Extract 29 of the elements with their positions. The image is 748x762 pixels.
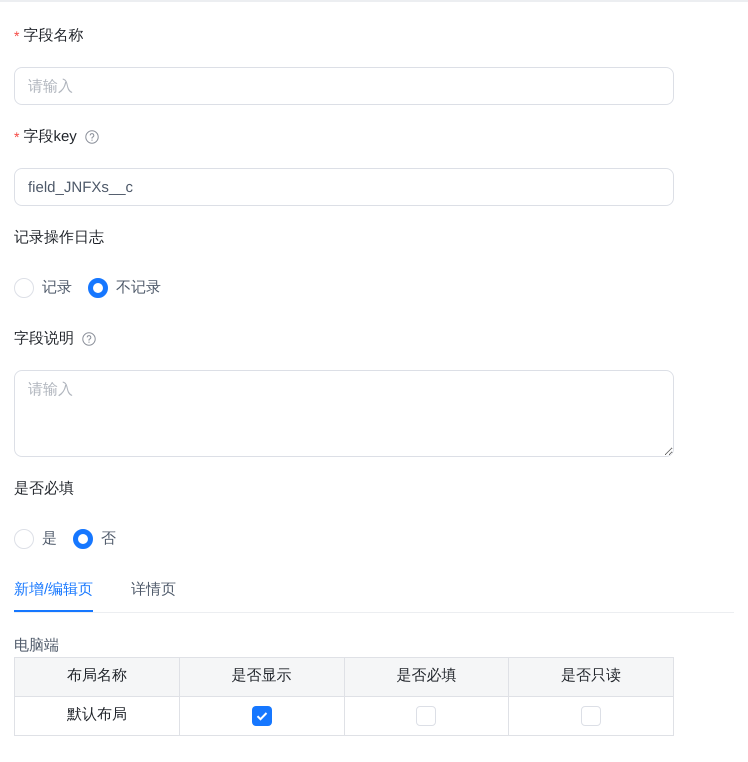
field-label: 记录操作日志 — [14, 228, 104, 248]
radio-button[interactable] — [88, 278, 108, 298]
help-icon — [82, 332, 96, 346]
checkbox[interactable] — [252, 706, 272, 726]
input-field[interactable]: 请输入 — [14, 67, 674, 105]
column-header: 是否只读 — [508, 657, 674, 696]
textarea-field[interactable]: 请输入 — [14, 370, 674, 457]
table-cell: 默认布局 — [14, 696, 180, 735]
input-field[interactable]: field_JNFXs__c — [14, 168, 674, 206]
tab[interactable]: 新增/编辑页 — [14, 579, 94, 612]
required-mark: * — [14, 128, 20, 146]
column-header: 是否显示 — [179, 657, 344, 696]
radio-label: 是 — [42, 528, 57, 549]
field-label: 字段key — [23, 126, 77, 147]
radio-label: 不记录 — [116, 278, 161, 298]
column-header: 布局名称 — [14, 657, 180, 696]
field-label: 字段说明 — [14, 328, 74, 349]
help-icon — [84, 130, 99, 144]
section-title: 电脑端 — [14, 636, 59, 656]
required-mark: * — [14, 26, 20, 46]
column-header: 是否必填 — [344, 657, 509, 696]
checkbox[interactable] — [416, 706, 436, 726]
checkbox[interactable] — [581, 706, 602, 726]
tab[interactable]: 详情页 — [131, 579, 176, 612]
radio-label: 记录 — [42, 278, 72, 298]
field-label: 字段名称 — [23, 26, 84, 46]
field-label: 是否必填 — [14, 478, 74, 499]
radio-label: 否 — [101, 528, 116, 549]
radio-button[interactable] — [73, 529, 93, 549]
